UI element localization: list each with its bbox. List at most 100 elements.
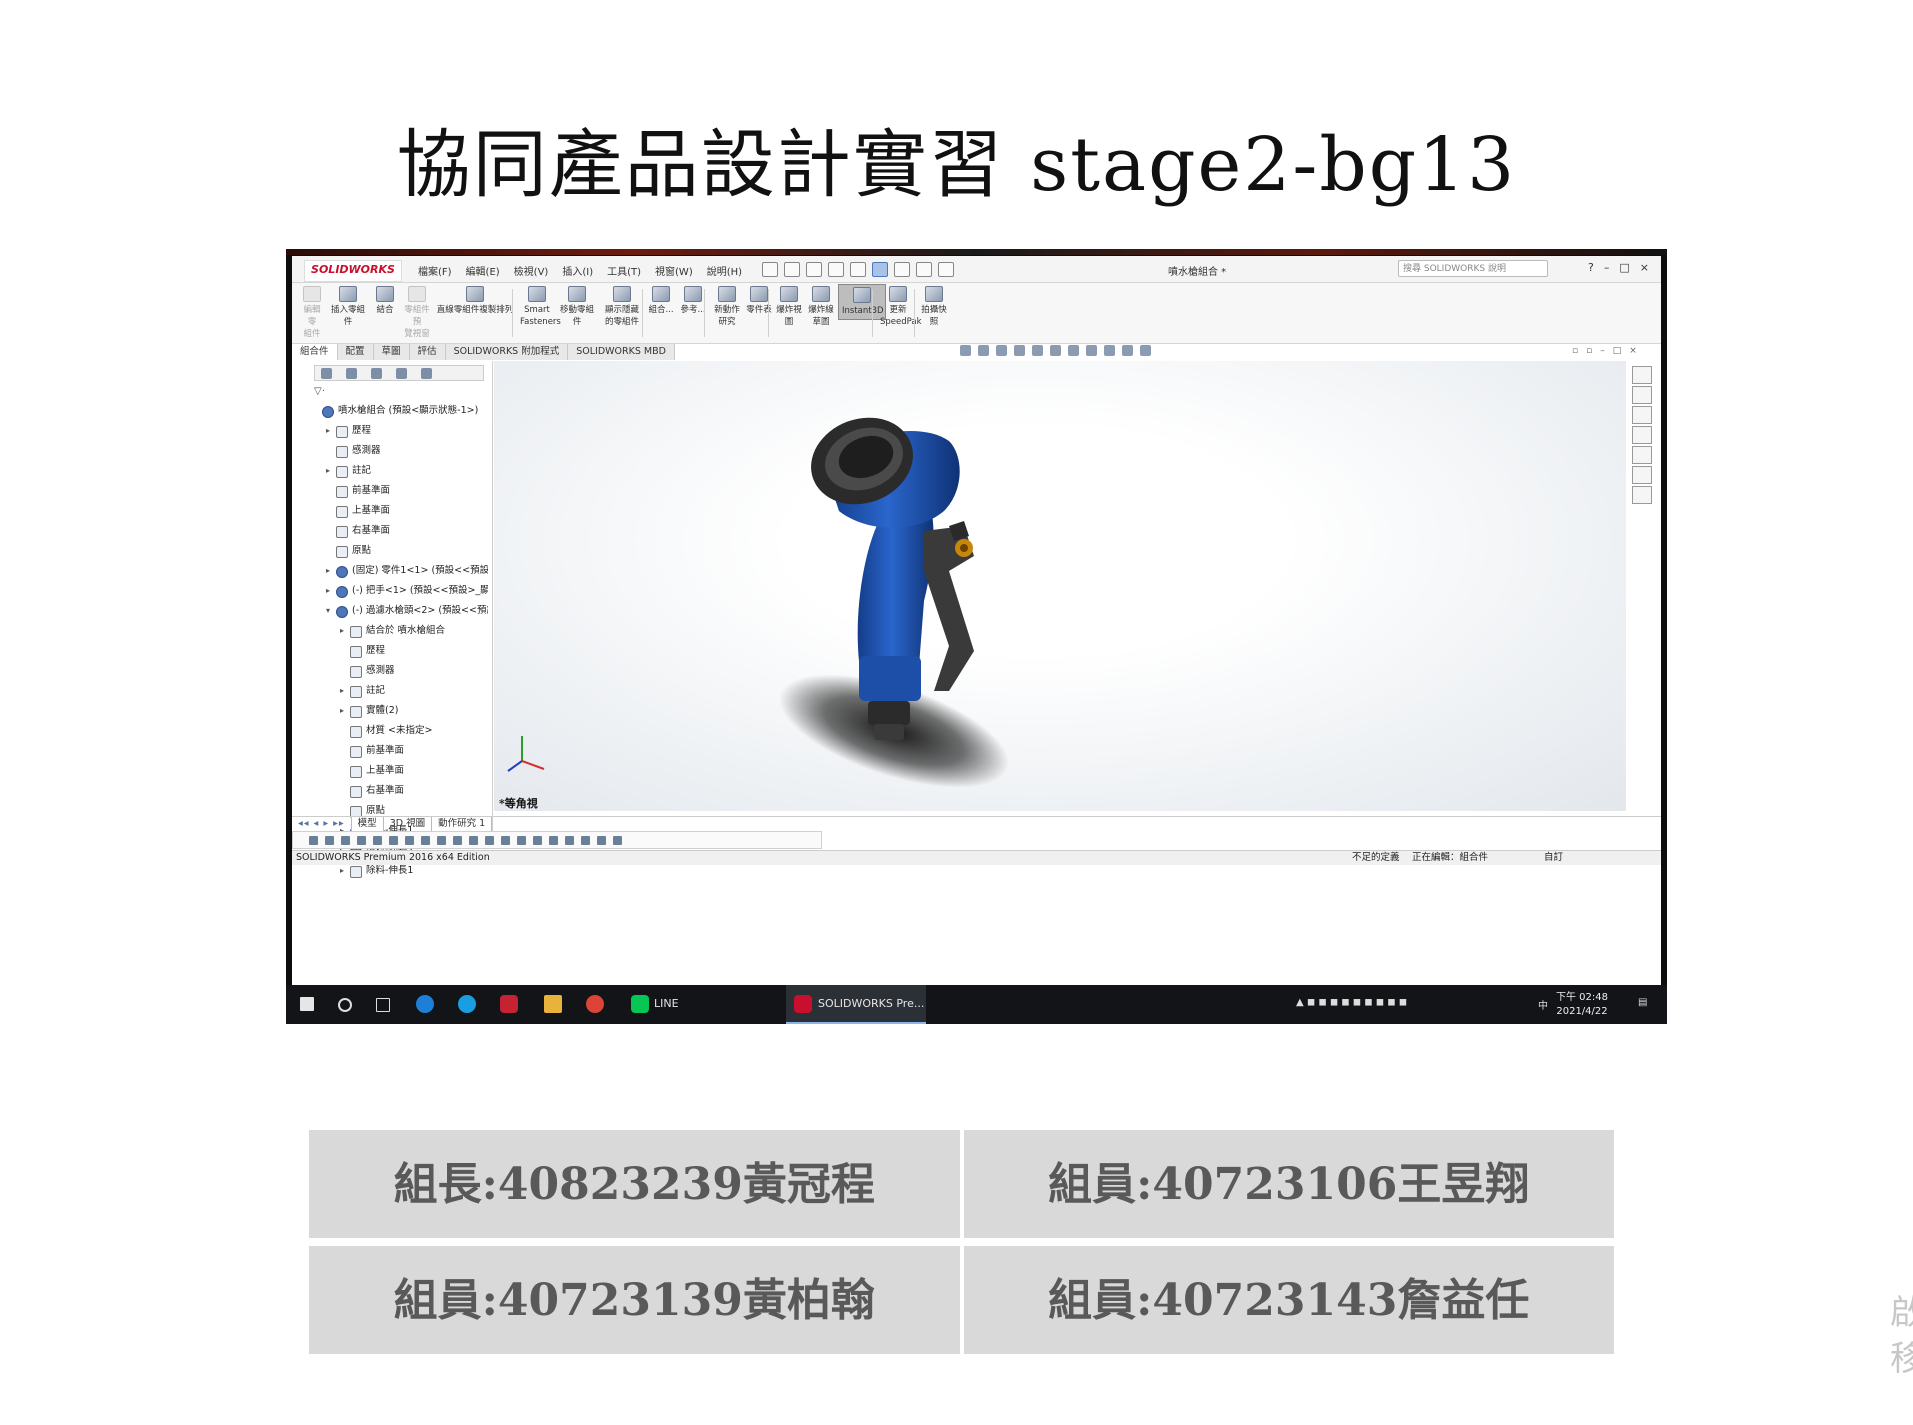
clear-filters-icon[interactable] [325, 835, 334, 845]
line-label[interactable]: LINE [654, 997, 679, 1010]
help-icon[interactable]: ? [1588, 261, 1594, 274]
model-tab[interactable]: 3D 視圖 [384, 817, 433, 831]
start-icon[interactable] [300, 997, 314, 1011]
menu-item[interactable]: 檢視(V) [514, 263, 549, 278]
custom-properties-icon[interactable] [1632, 466, 1652, 484]
property-manager-icon[interactable] [346, 367, 357, 379]
forum-icon[interactable] [1632, 486, 1652, 504]
help-search-input[interactable]: 搜尋 SOLIDWORKS 說明 [1398, 260, 1548, 277]
command-button[interactable]: 編輯零 組件 [300, 286, 324, 340]
menu-item[interactable]: 視窗(W) [655, 263, 693, 278]
edit-appearance-icon[interactable] [1104, 345, 1115, 356]
command-button[interactable]: 零組件預 覽視窗 [402, 286, 432, 340]
dimxpert-icon[interactable] [396, 367, 407, 379]
internet-explorer-icon[interactable] [416, 995, 434, 1013]
taskbar-clock[interactable]: 下午 02:48 2021/4/22 [1556, 991, 1608, 1019]
filter-solid-bodies-icon[interactable] [421, 835, 430, 845]
command-button[interactable]: 結合 [374, 286, 396, 316]
tree-expander-icon[interactable]: ▸ [340, 621, 344, 641]
command-button[interactable]: 組合... [648, 286, 674, 316]
hide-show-items-icon[interactable] [1086, 345, 1097, 356]
graphics-area[interactable]: *等角視 [494, 361, 1626, 811]
print-icon[interactable] [828, 262, 844, 277]
command-button[interactable]: 拍攝快 照 [920, 286, 948, 328]
tree-expander-icon[interactable]: ▸ [326, 421, 330, 441]
dynamic-annotation-icon[interactable] [1032, 345, 1043, 356]
view-palette-icon[interactable] [1632, 426, 1652, 444]
tree-item[interactable]: 感測器 [292, 441, 488, 461]
settings-app-icon[interactable] [500, 995, 518, 1013]
tree-item[interactable]: ▸ 註記 [292, 461, 488, 481]
tree-item[interactable]: 右基準面 [292, 781, 488, 801]
appearances-icon[interactable] [1632, 446, 1652, 464]
ime-indicator[interactable]: 中 [1538, 997, 1548, 1012]
undo-icon[interactable] [850, 262, 866, 277]
command-button[interactable]: 更新 SpeedPak [880, 286, 922, 328]
file-properties-icon[interactable] [916, 262, 932, 277]
menu-item[interactable]: 工具(T) [607, 263, 641, 278]
section-view-icon[interactable] [1014, 345, 1025, 356]
filter-routing-icon[interactable] [597, 835, 606, 845]
task-view-icon[interactable] [376, 998, 390, 1012]
previous-view-icon[interactable] [996, 345, 1007, 356]
view-settings-icon[interactable] [1140, 345, 1151, 356]
reference-triad[interactable] [502, 731, 552, 781]
tab-scroll-arrows[interactable]: ◂◂ ◂ ▸ ▸▸ [292, 817, 352, 831]
tree-item[interactable]: ▸ 註記 [292, 681, 488, 701]
save-icon[interactable] [806, 262, 822, 277]
command-button[interactable]: Smart Fasteners [520, 286, 561, 328]
tree-item[interactable]: ▾ (-) 過濾水槍頭<2> (預設<<預設> [292, 601, 488, 621]
zoom-to-area-icon[interactable] [978, 345, 989, 356]
search-icon[interactable] [338, 998, 352, 1012]
maximize-button[interactable]: □ [1619, 261, 1629, 274]
display-manager-icon[interactable] [421, 367, 432, 379]
command-button[interactable]: 顯示隱藏 的零組件 [602, 286, 642, 328]
filter-axes-icon[interactable] [437, 835, 446, 845]
notifications-icon[interactable]: ▤ [1638, 997, 1647, 1008]
open-icon[interactable] [784, 262, 800, 277]
restore-icon[interactable]: ▫ [1586, 346, 1592, 356]
tree-item[interactable]: ▸ 實體(2) [292, 701, 488, 721]
filter-datum-icon[interactable] [549, 835, 558, 845]
zoom-to-fit-icon[interactable] [960, 345, 971, 356]
command-button[interactable]: Instant3D [838, 284, 886, 320]
tree-item[interactable]: 右基準面 [292, 521, 488, 541]
filter-edges-icon[interactable] [373, 835, 382, 845]
tree-item[interactable]: ▸ 歷程 [292, 421, 488, 441]
command-button[interactable]: 爆炸視 圖 [776, 286, 802, 328]
select-all-filters-icon[interactable] [341, 835, 350, 845]
options-icon[interactable] [938, 262, 954, 277]
command-button[interactable]: 直線零組件複製排列 [436, 286, 514, 316]
display-style-icon[interactable] [1068, 345, 1079, 356]
line-icon[interactable] [631, 995, 649, 1013]
tree-item[interactable]: 上基準面 [292, 501, 488, 521]
filter-cosmetic-icon[interactable] [613, 835, 622, 845]
filter-balloons-icon[interactable] [517, 835, 526, 845]
command-tab[interactable]: 草圖 [373, 344, 410, 360]
tree-item[interactable]: ▸ 結合於 噴水槍組合 [292, 621, 488, 641]
tree-item[interactable]: 材質 <未指定> [292, 721, 488, 741]
solidworks-logo[interactable]: SOLIDWORKS [304, 260, 402, 282]
filter-surface-bodies-icon[interactable] [405, 835, 414, 845]
menu-item[interactable]: 編輯(E) [466, 263, 500, 278]
tree-item[interactable]: 上基準面 [292, 761, 488, 781]
tile-icon[interactable]: ▫ [1572, 346, 1578, 356]
doc-restore-button[interactable]: □ [1613, 346, 1622, 356]
chrome-icon[interactable] [586, 995, 604, 1013]
file-explorer-icon[interactable] [1632, 406, 1652, 424]
tree-item[interactable]: 歷程 [292, 641, 488, 661]
filter-planes-icon[interactable] [453, 835, 462, 845]
command-tab[interactable]: 評估 [409, 344, 446, 360]
tree-item[interactable]: 前基準面 [292, 481, 488, 501]
tree-item[interactable]: 噴水槍組合 (預設<顯示狀態-1>) [292, 401, 488, 421]
solidworks-resources-icon[interactable] [1632, 366, 1652, 384]
menu-item[interactable]: 插入(I) [562, 263, 593, 278]
minimize-button[interactable]: – [1604, 261, 1610, 274]
command-button[interactable]: 爆炸線 草圖 [806, 286, 836, 328]
filter-faces-icon[interactable] [389, 835, 398, 845]
command-button[interactable]: 新動作 研究 [712, 286, 742, 328]
doc-minimize-button[interactable]: – [1600, 346, 1605, 356]
feature-tree-icon[interactable] [321, 367, 332, 379]
system-tray-icons[interactable]: ▲ ◼ ◼ ◼ ◼ ◼ ◼ ◼ ◼ ◼ [1296, 997, 1407, 1008]
unit-system[interactable]: 自訂 [1544, 851, 1563, 865]
